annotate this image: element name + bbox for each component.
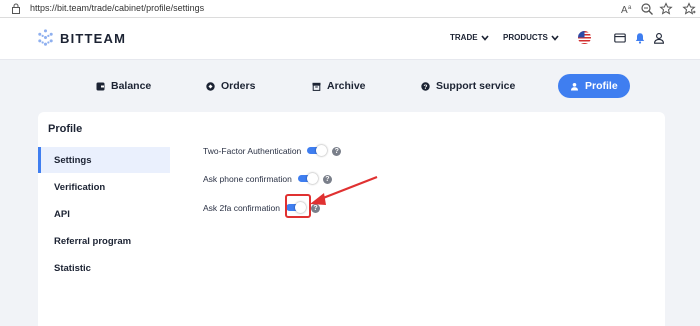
read-aloud-icon[interactable]: A a xyxy=(620,2,634,16)
chevron-down-icon xyxy=(551,34,559,41)
orders-icon xyxy=(206,81,215,91)
menu-item-statistic[interactable]: Statistic xyxy=(38,255,91,281)
two-factor-toggle[interactable] xyxy=(307,145,328,157)
svg-text:?: ? xyxy=(424,84,428,91)
help-icon: ? xyxy=(421,81,430,91)
setting-label: Ask 2fa confirmation xyxy=(203,203,281,213)
site-header: BITTEAM TRADE PRODUCTS xyxy=(0,18,700,60)
tab-balance[interactable]: Balance xyxy=(96,78,151,94)
menu-item-api[interactable]: API xyxy=(38,201,70,227)
tab-archive[interactable]: Archive xyxy=(312,78,366,94)
profile-title: Profile xyxy=(48,123,83,135)
tab-balance-label: Balance xyxy=(111,80,152,92)
trade-dropdown-label: TRADE xyxy=(450,33,478,42)
tab-profile-label: Profile xyxy=(585,80,618,92)
favorites-icon[interactable] xyxy=(659,2,673,16)
tab-support-service-label: Support service xyxy=(436,80,516,92)
profile-card: Profile Settings Verification API Referr… xyxy=(38,112,665,326)
zoom-icon[interactable] xyxy=(640,2,654,16)
tab-orders-label: Orders xyxy=(221,80,256,92)
notification-bell-icon[interactable] xyxy=(634,32,646,44)
browser-address-bar: https://bit.team/trade/cabinet/profile/s… xyxy=(0,0,700,18)
help-icon[interactable]: ? xyxy=(332,146,342,156)
setting-label: Ask phone confirmation xyxy=(203,174,292,184)
archive-icon xyxy=(312,82,321,91)
tab-profile[interactable]: Profile xyxy=(558,74,630,98)
setting-two-factor-authentication: Two-Factor Authentication ? xyxy=(203,144,342,158)
user-icon xyxy=(571,82,578,90)
svg-text:A: A xyxy=(621,5,628,16)
logo-text[interactable]: BITTEAM xyxy=(60,31,126,46)
collections-icon[interactable] xyxy=(682,2,696,16)
tab-archive-label: Archive xyxy=(327,80,366,92)
annotation-arrow-icon xyxy=(310,175,378,205)
tab-orders[interactable]: Orders xyxy=(206,78,255,94)
products-dropdown-label: PRODUCTS xyxy=(503,33,548,42)
chevron-down-icon xyxy=(480,34,489,41)
wallet-icon xyxy=(96,82,105,90)
lock-icon xyxy=(12,3,20,14)
setting-label: Two-Factor Authentication xyxy=(203,146,302,156)
menu-item-verification[interactable]: Verification xyxy=(38,174,105,200)
menu-item-referral-program[interactable]: Referral program xyxy=(38,228,131,254)
menu-item-settings[interactable]: Settings xyxy=(38,147,170,173)
url-field[interactable]: https://bit.team/trade/cabinet/profile/s… xyxy=(30,3,204,13)
bitteam-logo-icon[interactable] xyxy=(36,29,55,48)
user-account-icon[interactable] xyxy=(653,32,665,44)
svg-text:a: a xyxy=(628,5,632,11)
products-dropdown[interactable]: PRODUCTS xyxy=(503,33,559,42)
trade-dropdown[interactable]: TRADE xyxy=(450,33,489,42)
card-icon[interactable] xyxy=(614,32,626,44)
tab-support-service[interactable]: ? Support service xyxy=(421,78,515,94)
us-flag-icon[interactable] xyxy=(578,31,591,44)
